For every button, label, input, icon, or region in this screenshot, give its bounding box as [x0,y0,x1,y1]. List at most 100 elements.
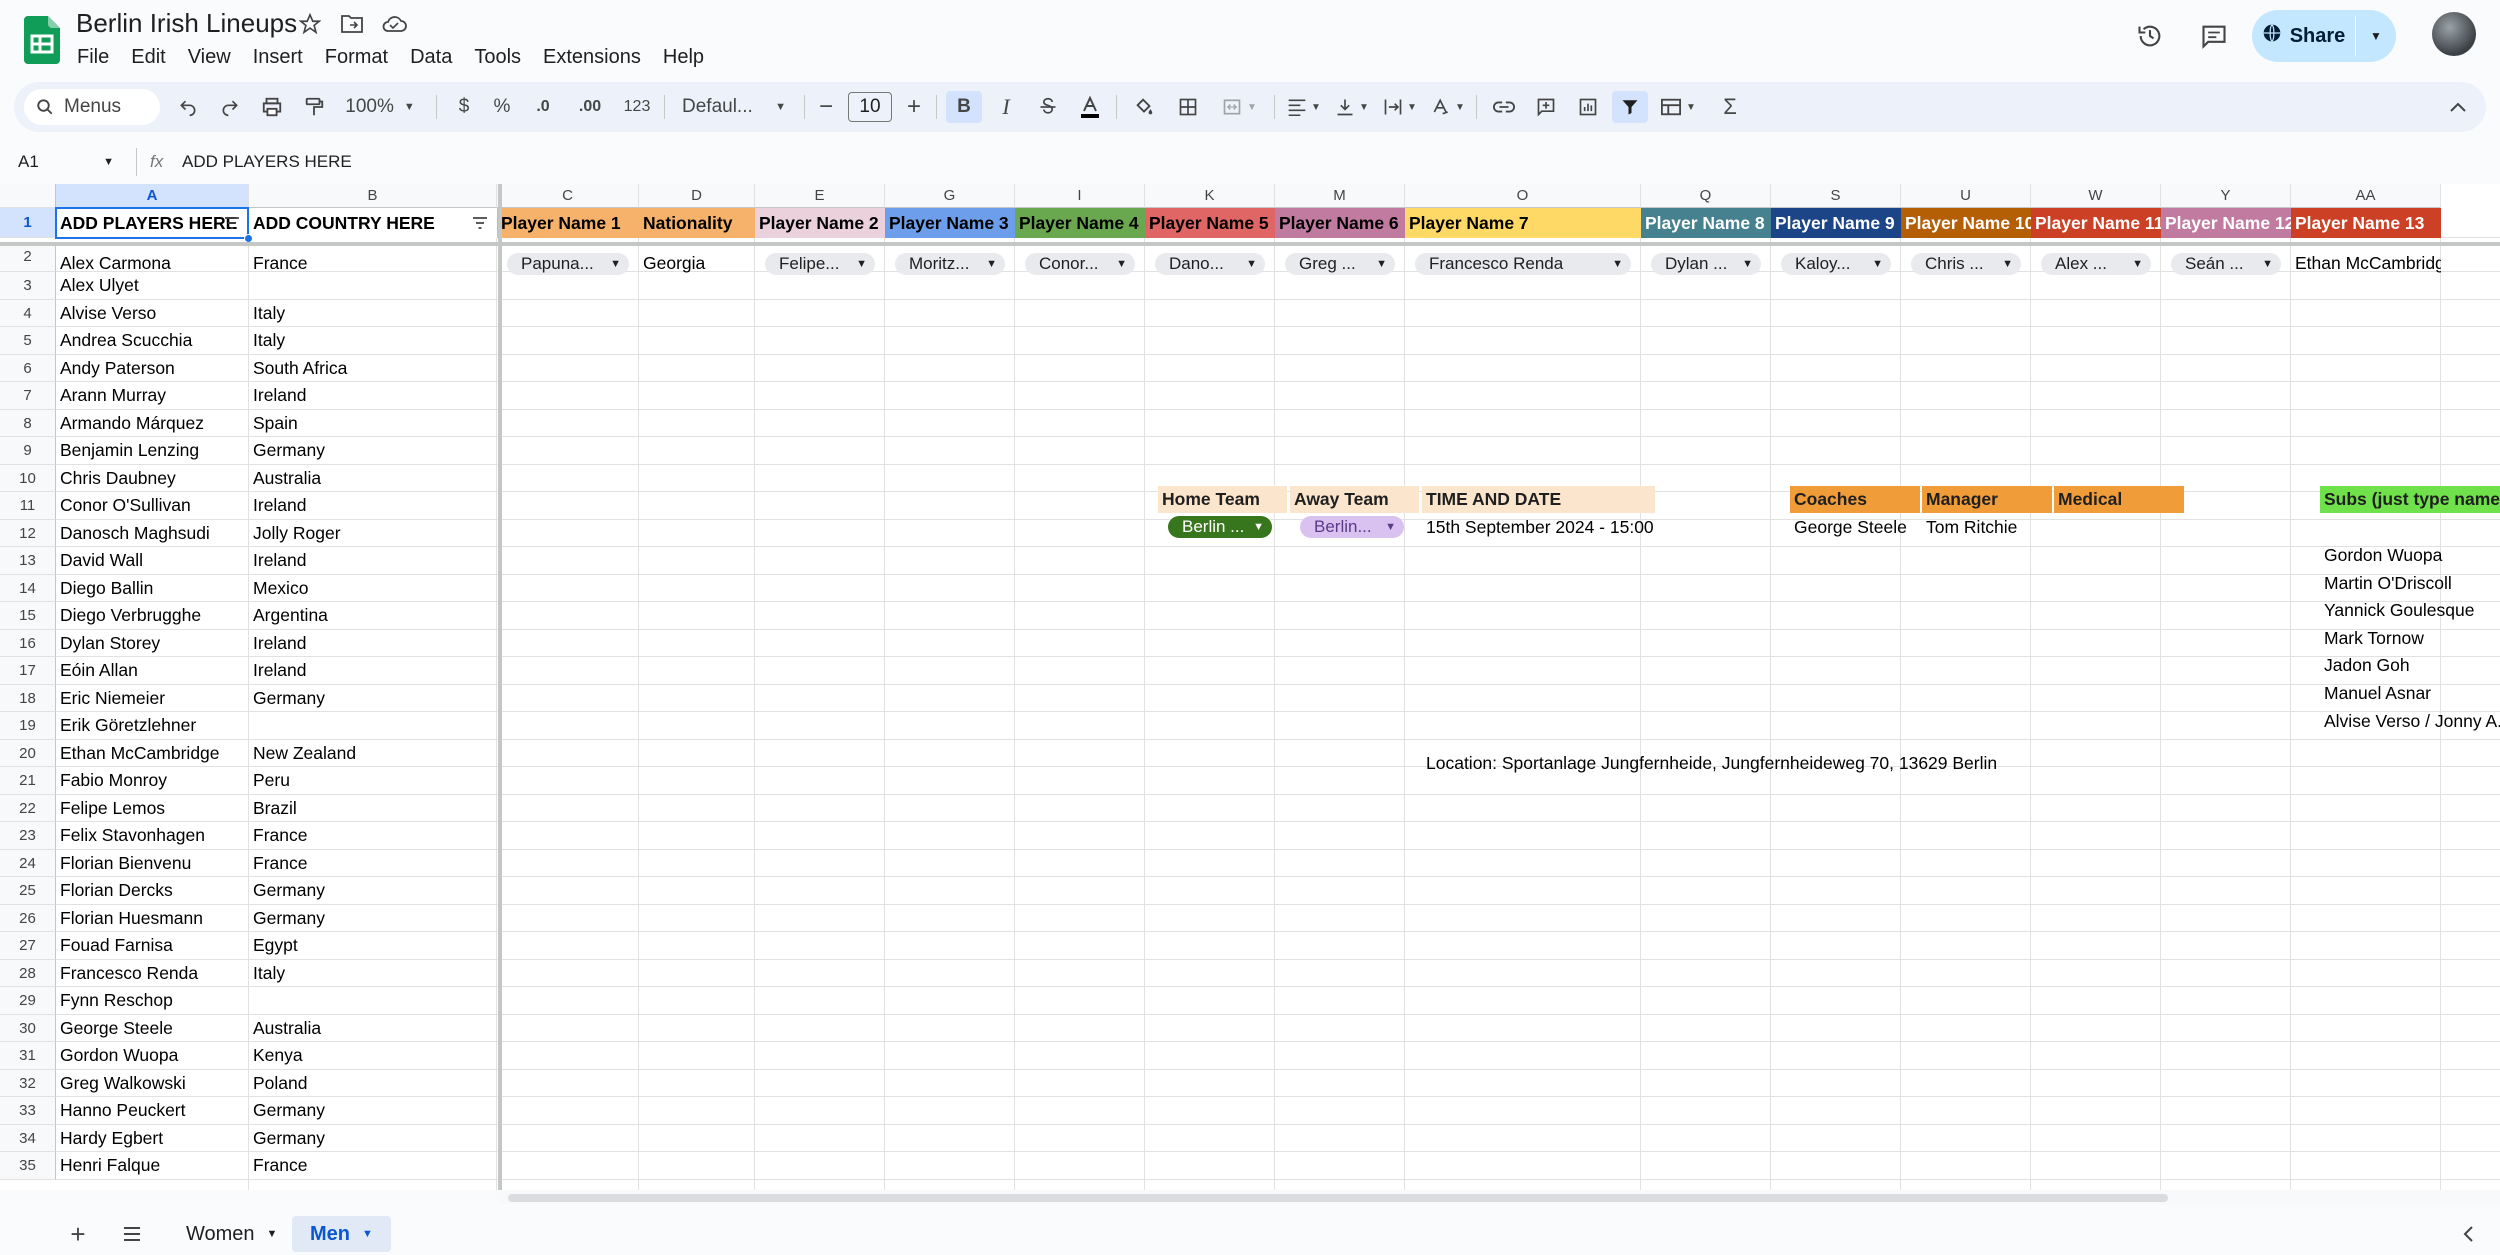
row-header[interactable]: 3 [0,272,56,300]
row-header[interactable]: 34 [0,1124,56,1152]
row-header[interactable]: 18 [0,684,56,712]
player-name-cell[interactable]: Erik Göretzlehner [56,712,249,740]
dropdown-chip-k[interactable]: Dano... ▼ [1155,253,1265,275]
menu-help[interactable]: Help [652,42,715,72]
cloud-saved-icon[interactable] [378,8,410,40]
cell-aa2[interactable]: Ethan McCambridge [2291,248,2441,278]
menu-view[interactable]: View [177,42,242,72]
player-name-cell[interactable]: Eóin Allan [56,657,249,685]
column-header-g[interactable]: G [885,184,1015,208]
menu-tools[interactable]: Tools [463,42,532,72]
header-cell-k[interactable]: Player Name 5 [1145,208,1275,238]
time-date-value[interactable]: 15th September 2024 - 15:00 [1422,514,1662,541]
player-country-cell[interactable]: New Zealand [249,740,497,768]
row-header[interactable]: 33 [0,1097,56,1125]
home-team-chip[interactable]: Berlin ... ▼ [1168,516,1272,538]
zoom-select[interactable]: 100% ▼ [340,91,420,123]
column-header-s[interactable]: S [1771,184,1901,208]
player-name-cell[interactable]: Florian Bienvenu [56,850,249,878]
filter-icon[interactable] [223,215,241,231]
row-header[interactable]: 20 [0,739,56,767]
filter-icon[interactable] [1612,91,1648,123]
column-header-c[interactable]: C [497,184,639,208]
player-country-cell[interactable]: Ireland [249,657,497,685]
row-header[interactable]: 2 [0,242,56,272]
share-button[interactable]: Share [2252,10,2355,62]
player-name-cell[interactable]: Fynn Reschop [56,987,249,1015]
collapse-toolbar-icon[interactable] [2440,91,2476,123]
player-country-cell[interactable] [249,272,497,300]
insert-comment-icon[interactable] [1528,91,1564,123]
dropdown-chip-m[interactable]: Greg ... ▼ [1285,253,1395,275]
player-name-cell[interactable]: Dylan Storey [56,630,249,658]
player-name-cell[interactable]: Greg Walkowski [56,1070,249,1098]
row-header[interactable]: 17 [0,657,56,685]
explore-collapse-icon[interactable] [2450,1216,2486,1252]
menu-file[interactable]: File [66,42,120,72]
player-country-cell[interactable]: France [249,850,497,878]
row-header[interactable]: 9 [0,437,56,465]
font-family-select[interactable]: Defaul... ▼ [674,91,794,123]
row-header[interactable]: 26 [0,904,56,932]
more-formats-button[interactable]: 123 [618,91,656,123]
player-name-cell[interactable]: Arann Murray [56,382,249,410]
player-name-cell[interactable]: Felipe Lemos [56,795,249,823]
player-country-cell[interactable]: Mexico [249,575,497,603]
player-country-cell[interactable]: Ireland [249,547,497,575]
player-country-cell[interactable] [249,712,497,740]
player-country-cell[interactable]: South Africa [249,355,497,383]
player-name-cell[interactable]: Henri Falque [56,1152,249,1180]
header-cell-s[interactable]: Player Name 9 [1771,208,1901,238]
player-country-cell[interactable]: Germany [249,1125,497,1153]
strikethrough-icon[interactable] [1030,91,1066,123]
menu-data[interactable]: Data [399,42,463,72]
player-country-cell[interactable]: Germany [249,905,497,933]
dropdown-chip-o[interactable]: Francesco Renda ▼ [1415,253,1631,275]
header-cell-y[interactable]: Player Name 12 [2161,208,2291,238]
frozen-column-divider[interactable] [498,184,502,1190]
share-dropdown-button[interactable]: ▼ [2356,10,2396,62]
header-cell-a[interactable]: ADD PLAYERS HERE [56,208,249,238]
increase-decimal-button[interactable]: .00 [570,91,610,123]
player-country-cell[interactable]: Germany [249,437,497,465]
player-name-cell[interactable]: Alex Ulyet [56,272,249,300]
spreadsheet-grid[interactable]: A B C D E G I K M O Q S U W Y AA 1 2 3 4 5 6 7 8 9 10 11 12 13 14 15 16… [0,184,2500,1190]
player-country-cell[interactable]: Brazil [249,795,497,823]
dropdown-chip-u[interactable]: Chris ... ▼ [1911,253,2021,275]
filter-views-icon[interactable]: ▼ [1654,91,1702,123]
row-header[interactable]: 6 [0,354,56,382]
italic-button[interactable]: I [988,91,1024,123]
dropdown-chip-c[interactable]: Papuna... ▼ [507,253,629,275]
player-name-cell[interactable]: Andrea Scucchia [56,327,249,355]
row-header[interactable]: 5 [0,327,56,355]
header-cell-w[interactable]: Player Name 11 [2031,208,2161,238]
insert-link-icon[interactable] [1486,91,1522,123]
player-country-cell[interactable]: Germany [249,1097,497,1125]
column-header-k[interactable]: K [1145,184,1275,208]
column-header-e[interactable]: E [755,184,885,208]
column-header-i[interactable]: I [1015,184,1145,208]
column-header-q[interactable]: Q [1641,184,1771,208]
horizontal-scrollbar-thumb[interactable] [508,1194,2168,1202]
player-name-cell[interactable]: Diego Ballin [56,575,249,603]
decrease-decimal-button[interactable]: .0 [526,91,560,123]
version-history-icon[interactable] [2130,16,2170,56]
coaches-value[interactable]: George Steele [1790,514,1920,541]
currency-format-button[interactable]: $ [450,91,478,123]
row-header[interactable]: 16 [0,629,56,657]
player-name-cell[interactable]: Diego Verbrugghe [56,602,249,630]
player-name-cell[interactable]: David Wall [56,547,249,575]
row-header[interactable]: 4 [0,299,56,327]
select-all-corner[interactable] [0,184,56,208]
insert-chart-icon[interactable] [1570,91,1606,123]
text-color-icon[interactable] [1072,91,1108,123]
player-name-cell[interactable]: Florian Huesmann [56,905,249,933]
sub-player[interactable]: Gordon Wuopa [2320,542,2500,569]
header-cell-o[interactable]: Player Name 7 [1405,208,1641,238]
cell-d2[interactable]: Georgia [639,248,755,278]
player-name-cell[interactable]: Hanno Peuckert [56,1097,249,1125]
player-country-cell[interactable] [249,987,497,1015]
player-country-cell[interactable]: Spain [249,410,497,438]
dropdown-chip-i[interactable]: Conor... ▼ [1025,253,1135,275]
player-name-cell[interactable]: Felix Stavonhagen [56,822,249,850]
